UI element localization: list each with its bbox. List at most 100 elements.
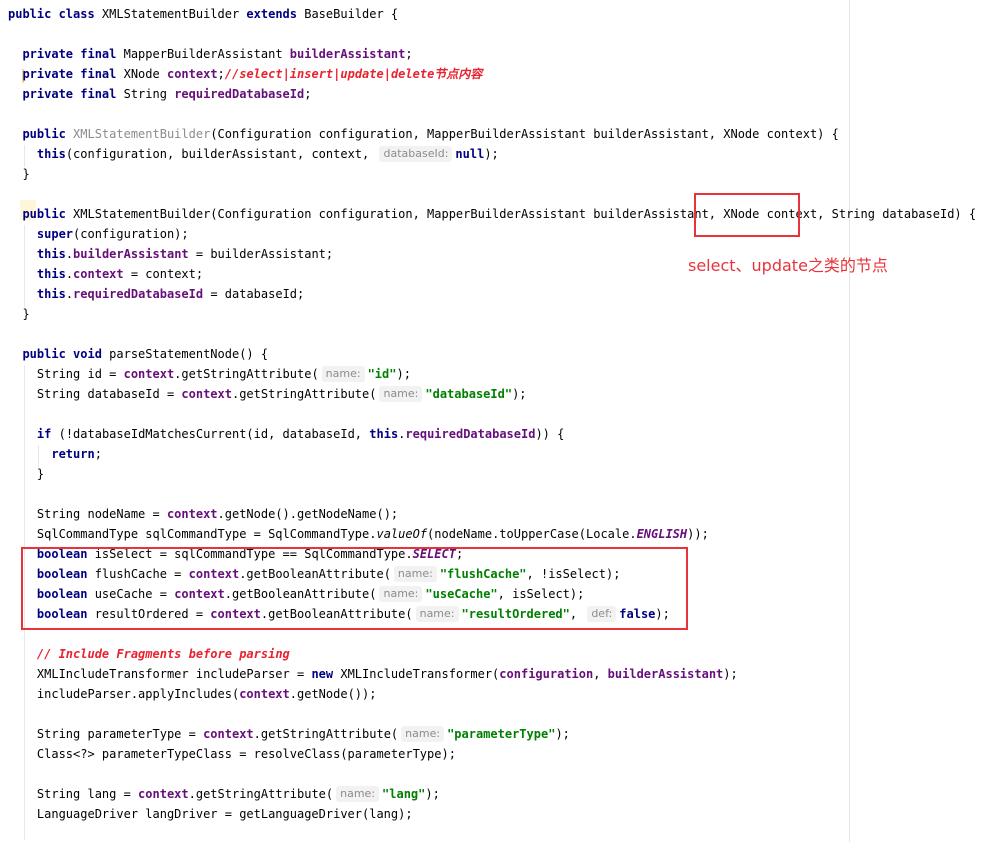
code-line[interactable]: XMLIncludeTransformer includeParser = ne… — [8, 664, 738, 684]
keyword-token: public — [22, 207, 74, 221]
field-token: context — [203, 727, 254, 741]
code-line[interactable]: public XMLStatementBuilder(Configuration… — [8, 204, 976, 224]
string-token: "databaseId" — [425, 387, 513, 401]
comment-token: // Include Fragments before parsing — [36, 647, 290, 661]
code-line[interactable]: String nodeName = context.getNode().getN… — [8, 504, 398, 524]
code-text: XNode — [123, 67, 167, 81]
code-text: .getStringAttribute( — [253, 727, 399, 741]
code-text: )); — [687, 527, 709, 541]
code-line[interactable]: LanguageDriver langDriver = getLanguageD… — [8, 804, 413, 824]
code-text: )) { — [535, 427, 565, 441]
code-line[interactable]: this.context = context; — [8, 264, 203, 284]
code-text: ); — [512, 387, 527, 401]
keyword-token: public void — [22, 347, 110, 361]
code-text: String nodeName = — [8, 507, 167, 521]
code-text: , — [593, 667, 608, 681]
keyword-token: private final — [22, 67, 124, 81]
keyword-token: super — [36, 227, 74, 241]
code-line[interactable]: if (!databaseIdMatchesCurrent(id, databa… — [8, 424, 564, 444]
code-line[interactable]: // Include Fragments before parsing — [8, 644, 290, 664]
code-line[interactable]: this(configuration, builderAssistant, co… — [8, 144, 499, 164]
code-text: ); — [425, 787, 440, 801]
code-text: String — [123, 87, 175, 101]
code-line[interactable]: } — [8, 164, 30, 184]
code-line[interactable]: } — [8, 464, 44, 484]
code-line[interactable]: public XMLStatementBuilder(Configuration… — [8, 124, 839, 144]
code-line[interactable]: this.requiredDatabaseId = databaseId; — [8, 284, 304, 304]
code-text: ); — [484, 147, 499, 161]
keyword-token: private final — [22, 47, 124, 61]
field-token: context — [166, 507, 218, 521]
code-text: String databaseId = — [8, 387, 182, 401]
xnode-context-highlight-box — [694, 193, 800, 237]
code-text: String lang = — [8, 787, 139, 801]
field-token: builderAssistant — [73, 247, 189, 261]
code-line[interactable]: includeParser.applyIncludes(context.getN… — [8, 684, 377, 704]
comment-token: //select|insert|update|delete节点内容 — [224, 67, 483, 81]
code-editor[interactable]: public class XMLStatementBuilder extends… — [0, 0, 981, 842]
code-text: .getStringAttribute( — [188, 787, 334, 801]
string-token: "lang" — [382, 787, 426, 801]
code-line[interactable]: super(configuration); — [8, 224, 189, 244]
code-line[interactable]: this.builderAssistant = builderAssistant… — [8, 244, 333, 264]
field-token: builderAssistant — [289, 47, 406, 61]
code-text: .getNode().getNodeName(); — [217, 507, 399, 521]
code-line[interactable]: private final String requiredDatabaseId; — [8, 84, 311, 104]
code-line[interactable]: public void parseStatementNode() { — [8, 344, 268, 364]
code-text: (Configuration configuration, MapperBuil… — [210, 127, 839, 141]
parameter-hint: name: — [321, 366, 365, 382]
code-line[interactable]: return; — [8, 444, 102, 464]
field-token: context — [138, 787, 189, 801]
code-line[interactable]: String id = context.getStringAttribute(n… — [8, 364, 411, 384]
code-text: (configuration, builderAssistant, contex… — [65, 147, 377, 161]
keyword-token: if — [36, 427, 59, 441]
annotation-note: select、update之类的节点 — [688, 256, 888, 275]
code-text: . — [65, 247, 74, 261]
code-line[interactable]: SqlCommandType sqlCommandType = SqlComma… — [8, 524, 709, 544]
code-line[interactable]: public class XMLStatementBuilder extends… — [8, 4, 398, 24]
code-line[interactable]: String databaseId = context.getStringAtt… — [8, 384, 527, 404]
code-text: (nodeName.toUpperCase(Locale. — [427, 527, 637, 541]
code-text: } — [8, 167, 30, 181]
code-text: XMLIncludeTransformer( — [340, 667, 500, 681]
code-text: SqlCommandType sqlCommandType = SqlComma… — [8, 527, 377, 541]
code-line[interactable]: String lang = context.getStringAttribute… — [8, 784, 440, 804]
code-line[interactable]: private final MapperBuilderAssistant bui… — [8, 44, 412, 64]
code-text: XMLIncludeTransformer includeParser = — [8, 667, 312, 681]
code-line[interactable]: Class<?> parameterTypeClass = resolveCla… — [8, 744, 456, 764]
keyword-token: new — [311, 667, 341, 681]
code-line[interactable]: } — [8, 304, 30, 324]
code-text: = context; — [123, 267, 204, 281]
unused-constructor-name: XMLStatementBuilder — [73, 127, 211, 141]
code-text: } — [8, 307, 30, 321]
field-token: context — [166, 67, 218, 81]
field-token: requiredDatabaseId — [174, 87, 305, 101]
keyword-token: public — [22, 127, 74, 141]
field-token: context — [73, 267, 124, 281]
keyword-token: this — [36, 247, 66, 261]
static-method-token: valueOf — [376, 527, 428, 541]
boolean-attributes-highlight-box — [21, 547, 688, 630]
code-line[interactable]: private final XNode context;//select|ins… — [8, 64, 482, 84]
parameter-hint: name: — [401, 726, 445, 742]
code-line[interactable]: String parameterType = context.getString… — [8, 724, 570, 744]
parameter-hint: databaseId: — [379, 146, 453, 162]
code-text: XMLStatementBuilder — [101, 7, 247, 21]
code-text: ); — [555, 727, 570, 741]
code-text: ); — [396, 367, 411, 381]
code-text: . — [65, 287, 74, 301]
code-text: parseStatementNode() { — [109, 347, 269, 361]
code-text: BaseBuilder { — [304, 7, 399, 21]
keyword-token: return — [51, 447, 95, 461]
code-text: .getStringAttribute( — [231, 387, 377, 401]
keyword-token: null — [455, 147, 485, 161]
code-text: ; — [217, 67, 225, 81]
code-text: . — [65, 267, 74, 281]
